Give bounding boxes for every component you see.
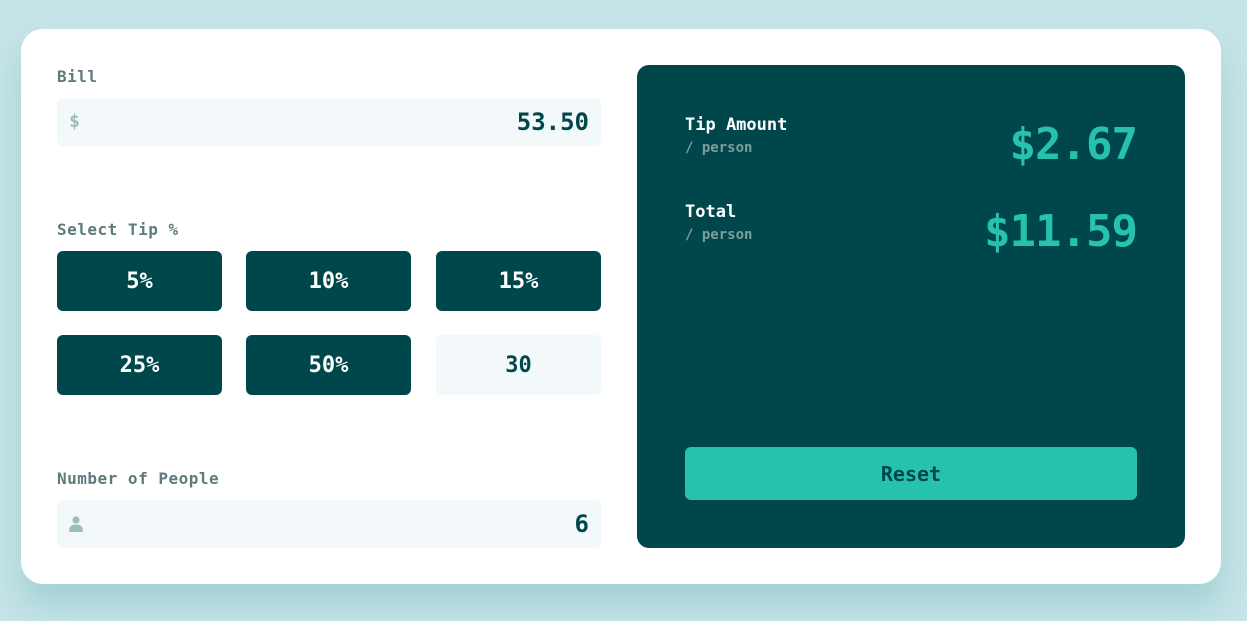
total-sub: / person: [685, 227, 753, 243]
tip-amount-value: $2.67: [1009, 119, 1138, 170]
tip-5-button[interactable]: 5%: [57, 251, 222, 311]
tip-10-button[interactable]: 10%: [246, 251, 411, 311]
tip-amount-sub: / person: [685, 140, 753, 156]
custom-tip-input[interactable]: [436, 335, 601, 395]
total-title: Total: [685, 202, 737, 222]
tip-15-button[interactable]: 15%: [436, 251, 601, 311]
tip-amount-title: Tip Amount: [685, 115, 788, 135]
person-icon: [69, 513, 85, 535]
bill-field[interactable]: $: [57, 98, 601, 146]
bill-input[interactable]: [97, 98, 589, 146]
select-tip-label: Select Tip %: [57, 220, 179, 239]
dollar-icon: $: [69, 111, 80, 132]
bill-label: Bill: [57, 67, 98, 86]
people-label: Number of People: [57, 469, 220, 488]
total-value: $11.59: [984, 206, 1138, 257]
tip-calculator-card: Bill $ Select Tip % 5% 10% 15% 25% 50% N…: [21, 29, 1221, 584]
people-input[interactable]: [97, 500, 589, 548]
people-field[interactable]: [57, 500, 601, 548]
tip-25-button[interactable]: 25%: [57, 335, 222, 395]
results-panel: Tip Amount / person $2.67 Total / person…: [637, 65, 1185, 548]
reset-button[interactable]: Reset: [685, 447, 1137, 500]
tip-50-button[interactable]: 50%: [246, 335, 411, 395]
